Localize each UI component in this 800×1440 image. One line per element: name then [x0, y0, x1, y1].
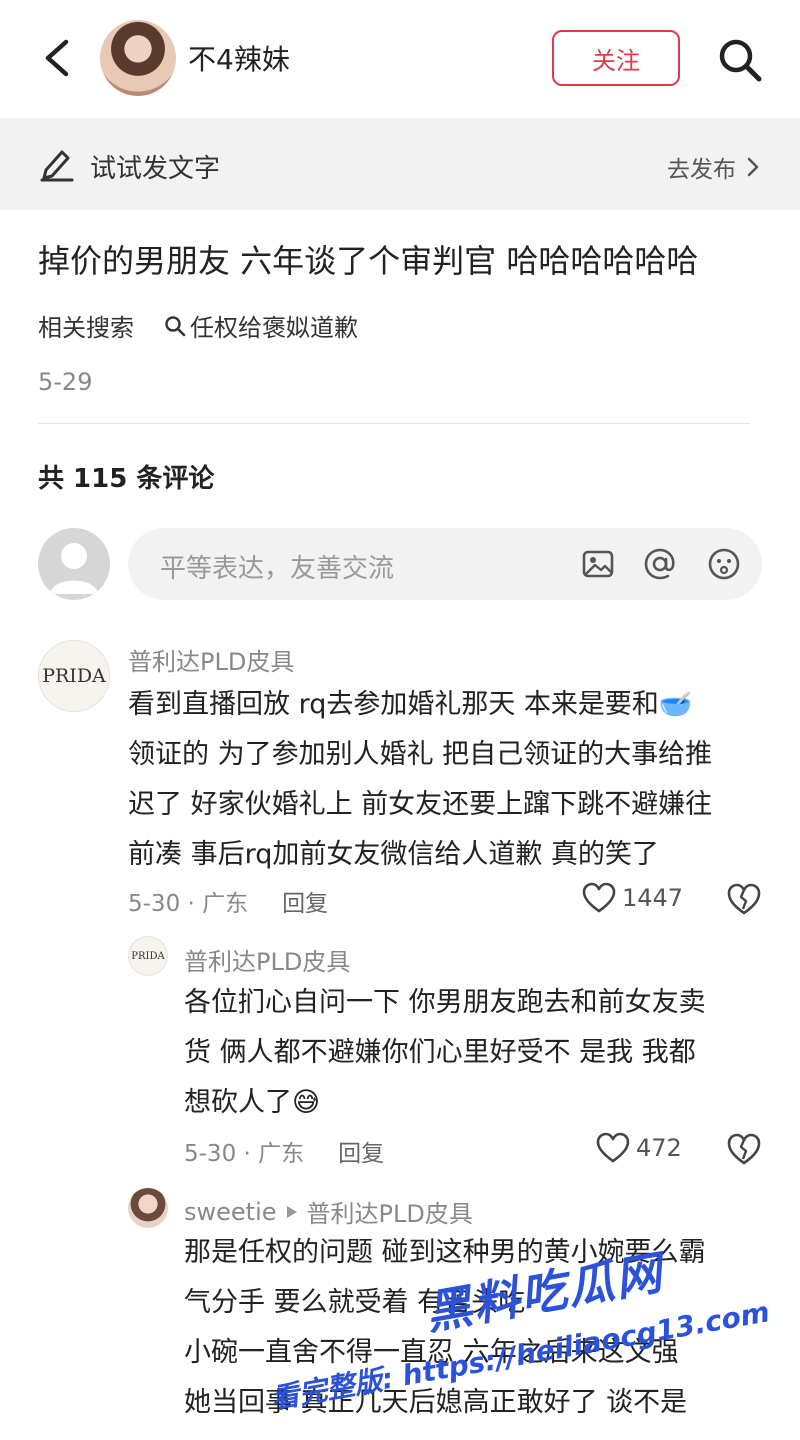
commenter-header: sweetie 普利达PLD皮具 [184, 1194, 473, 1229]
chevron-right-icon [747, 157, 759, 177]
like-button[interactable]: 472 [596, 1132, 682, 1164]
comment-date-location: 5-30 · 广东 [128, 891, 249, 917]
reply-button[interactable]: 回复 [338, 1134, 384, 1168]
reply-to-name[interactable]: 普利达PLD皮具 [307, 1194, 473, 1229]
draft-label: 试试发文字 [90, 154, 221, 184]
post-date: 5-29 [38, 368, 93, 396]
comment-date-location: 5-30 · 广东 [184, 1141, 305, 1167]
like-button[interactable]: 1447 [582, 882, 683, 914]
commenter-avatar[interactable]: PRIDA [38, 640, 110, 712]
related-search: 相关搜索 任权给褒姒道歉 [38, 308, 358, 343]
follow-button[interactable]: 关注 [552, 30, 680, 86]
comment-line: 货 俩人都不避嫌你们心里好受不 是我 我都 [184, 1037, 696, 1068]
comment-input[interactable]: 平等表达，友善交流 [128, 528, 762, 600]
post-title: 掉价的男朋友 六年谈了个审判官 哈哈哈哈哈哈 [38, 242, 699, 280]
search-icon [165, 315, 186, 336]
comment-meta: 5-30 · 广东 回复 [184, 1134, 384, 1168]
comment-text: 看到直播回放 rq去参加婚礼那天 本来是要和🥣 领证的 为了参加别人婚礼 把自己… [128, 680, 712, 880]
comment-line: 前凑 事后rq加前女友微信给人道歉 真的笑了 [128, 839, 659, 870]
emoji-icon[interactable] [706, 546, 742, 582]
related-search-query: 任权给褒姒道歉 [190, 314, 358, 342]
related-search-link[interactable]: 任权给褒姒道歉 [164, 308, 358, 343]
reply-button[interactable]: 回复 [282, 884, 328, 918]
comment-line: 看到直播回放 rq去参加婚礼那天 本来是要和🥣 [128, 689, 693, 720]
commenter-name[interactable]: 普利达PLD皮具 [184, 942, 350, 977]
broken-heart-icon[interactable] [726, 1132, 762, 1166]
publish-link[interactable]: 去发布 [667, 150, 760, 184]
draft-bar[interactable]: 试试发文字 去发布 [0, 118, 800, 210]
commenter-name[interactable]: sweetie [184, 1198, 277, 1226]
broken-heart-icon[interactable] [726, 882, 762, 916]
image-icon[interactable] [580, 546, 616, 582]
commenter-avatar[interactable]: PRIDA [128, 936, 168, 976]
comment-line: 迟了 好家伙婚礼上 前女友还要上蹿下跳不避嫌往 [128, 789, 713, 820]
related-search-label: 相关搜索 [38, 314, 134, 342]
reply-arrow-icon [286, 1205, 297, 1218]
top-bar: 不4辣妹 关注 [0, 0, 800, 118]
comment-line: 领证的 为了参加别人婚礼 把自己领证的大事给推 [128, 739, 713, 770]
like-count: 1447 [622, 884, 684, 912]
my-avatar [38, 528, 110, 600]
author-name[interactable]: 不4辣妹 [188, 38, 290, 78]
pencil-icon [38, 146, 76, 182]
comment-meta: 5-30 · 广东 回复 [128, 884, 328, 918]
comment-text: 各位扪心自问一下 你男朋友跑去和前女友卖 货 俩人都不避嫌你们心里好受不 是我 … [184, 978, 706, 1128]
divider [38, 423, 750, 424]
publish-label: 去发布 [667, 157, 736, 183]
commenter-avatar[interactable] [128, 1188, 168, 1228]
search-icon[interactable] [716, 36, 764, 84]
heart-icon [596, 1132, 630, 1163]
comment-line: 想砍人了😅 [184, 1087, 321, 1118]
heart-icon [582, 882, 616, 913]
commenter-name[interactable]: 普利达PLD皮具 [128, 642, 294, 677]
mention-icon[interactable] [642, 546, 678, 582]
like-count: 472 [636, 1134, 682, 1162]
comment-input-placeholder: 平等表达，友善交流 [160, 554, 395, 584]
comment-count: 共 115 条评论 [38, 464, 215, 494]
author-avatar[interactable] [100, 20, 176, 96]
comment-line: 各位扪心自问一下 你男朋友跑去和前女友卖 [184, 987, 706, 1018]
back-arrow-icon[interactable] [38, 36, 78, 80]
